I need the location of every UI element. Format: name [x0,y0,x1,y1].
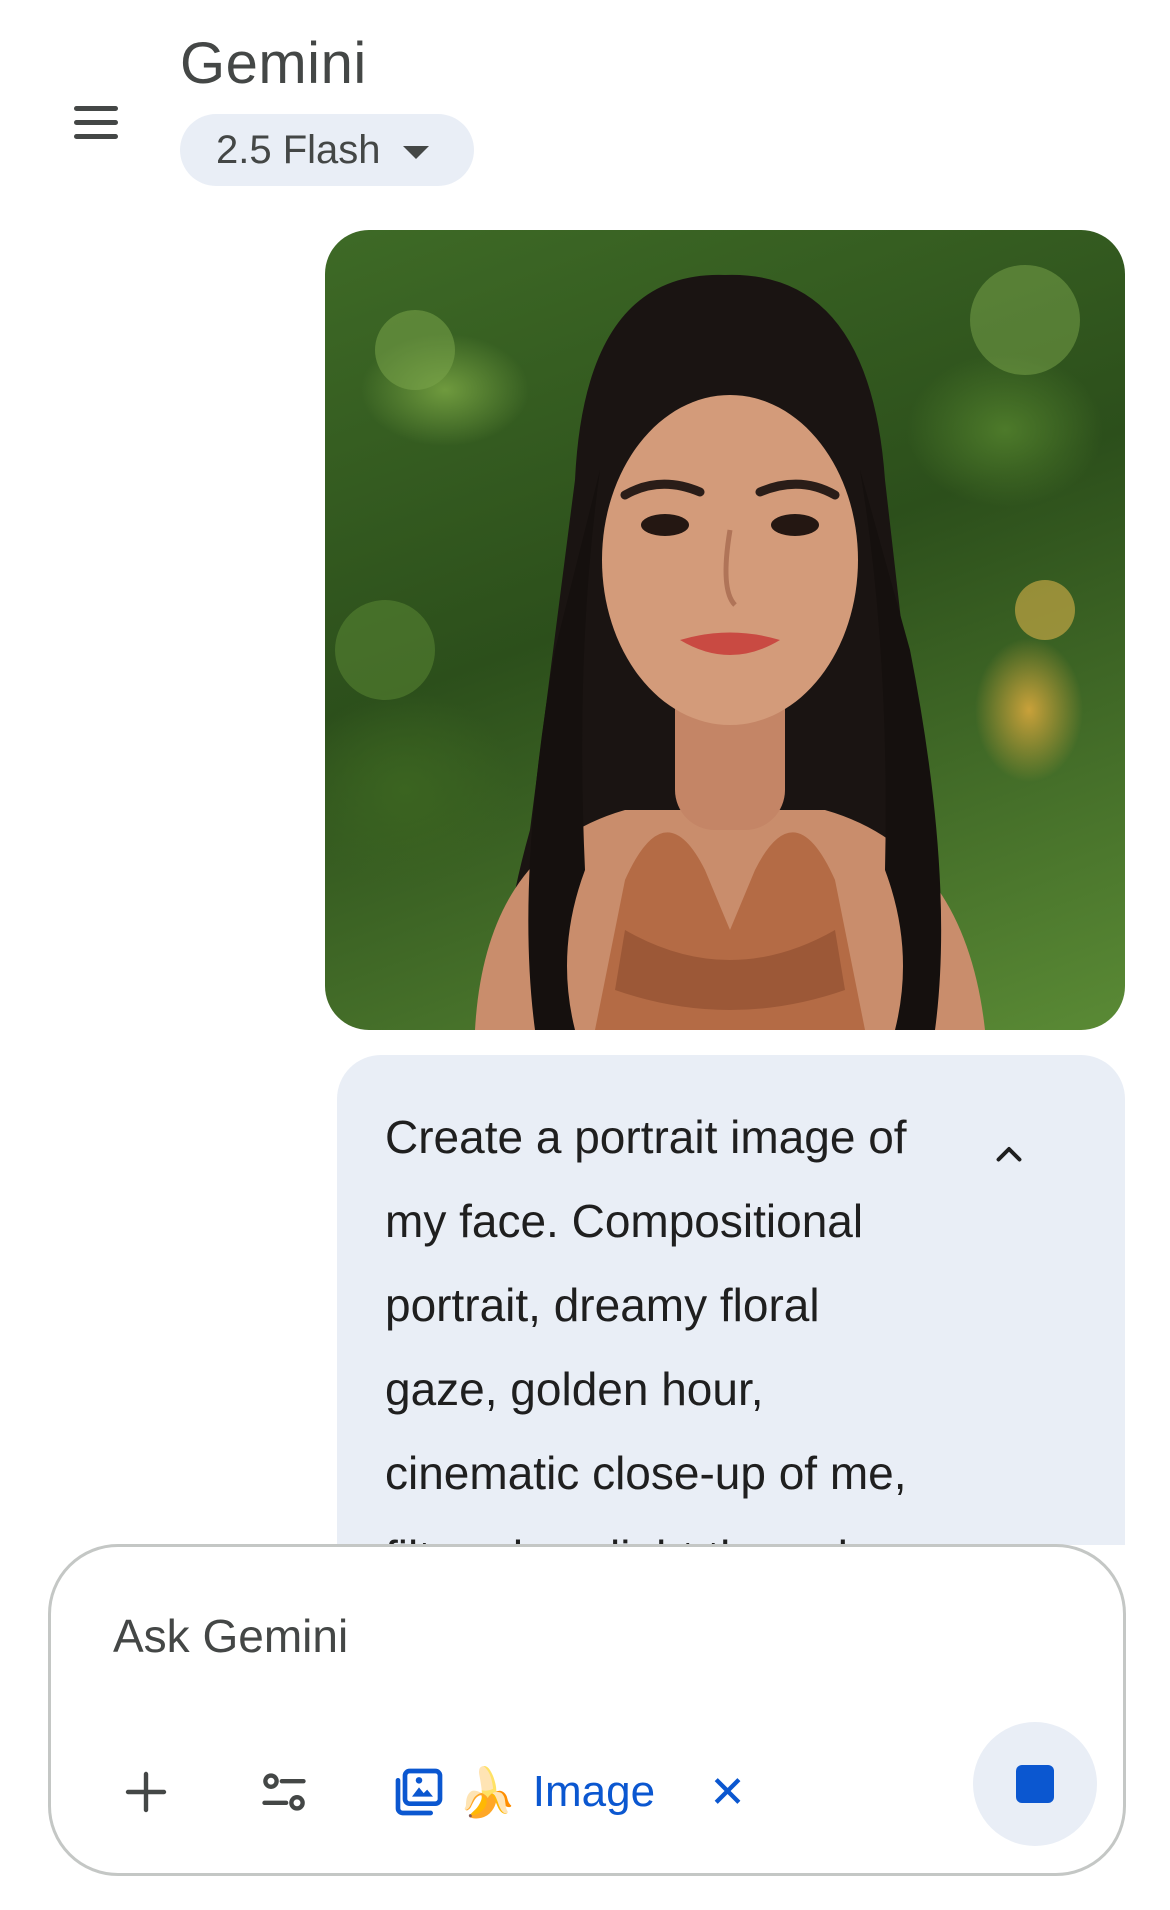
prompt-text: Create a portrait image of my face. Comp… [385,1095,975,1545]
model-selector-button[interactable]: 2.5 Flash [180,114,474,186]
composer: Ask Gemini 🍌 Image ✕ [48,1544,1126,1876]
banana-emoji: 🍌 [457,1766,517,1820]
prompt-line: gaze, golden hour, [385,1363,764,1415]
hamburger-menu-icon[interactable] [62,92,132,152]
user-prompt-bubble: Create a portrait image of my face. Comp… [337,1055,1125,1545]
uploaded-image[interactable] [325,230,1125,1030]
model-label: 2.5 Flash [216,127,381,172]
stop-icon [1016,1765,1054,1803]
prompt-line: my face. Compositional [385,1195,864,1247]
prompt-line: Create a portrait image of [385,1111,907,1163]
stop-button[interactable] [973,1722,1097,1846]
image-tool-label: Image [532,1767,656,1816]
image-tool-chip[interactable]: 🍌 Image ✕ [391,1747,746,1837]
image-gallery-icon [395,1768,443,1816]
portrait-photo-illustration [335,265,1080,1030]
prompt-line: portrait, dreamy floral [385,1279,820,1331]
tools-sliders-icon[interactable] [249,1757,319,1827]
prompt-line: cinematic close-up of me, [385,1447,907,1499]
ask-gemini-input[interactable]: Ask Gemini [113,1609,348,1663]
prompt-line: filtered sunlight through [385,1515,975,1545]
app-title: Gemini [180,31,367,96]
close-icon[interactable]: ✕ [709,1767,746,1818]
plus-icon[interactable] [111,1757,181,1827]
chevron-up-icon[interactable] [987,1133,1031,1177]
gemini-app: Gemini 2.5 Flash Create a portrait image… [0,0,1170,1910]
caret-down-icon [402,145,429,159]
